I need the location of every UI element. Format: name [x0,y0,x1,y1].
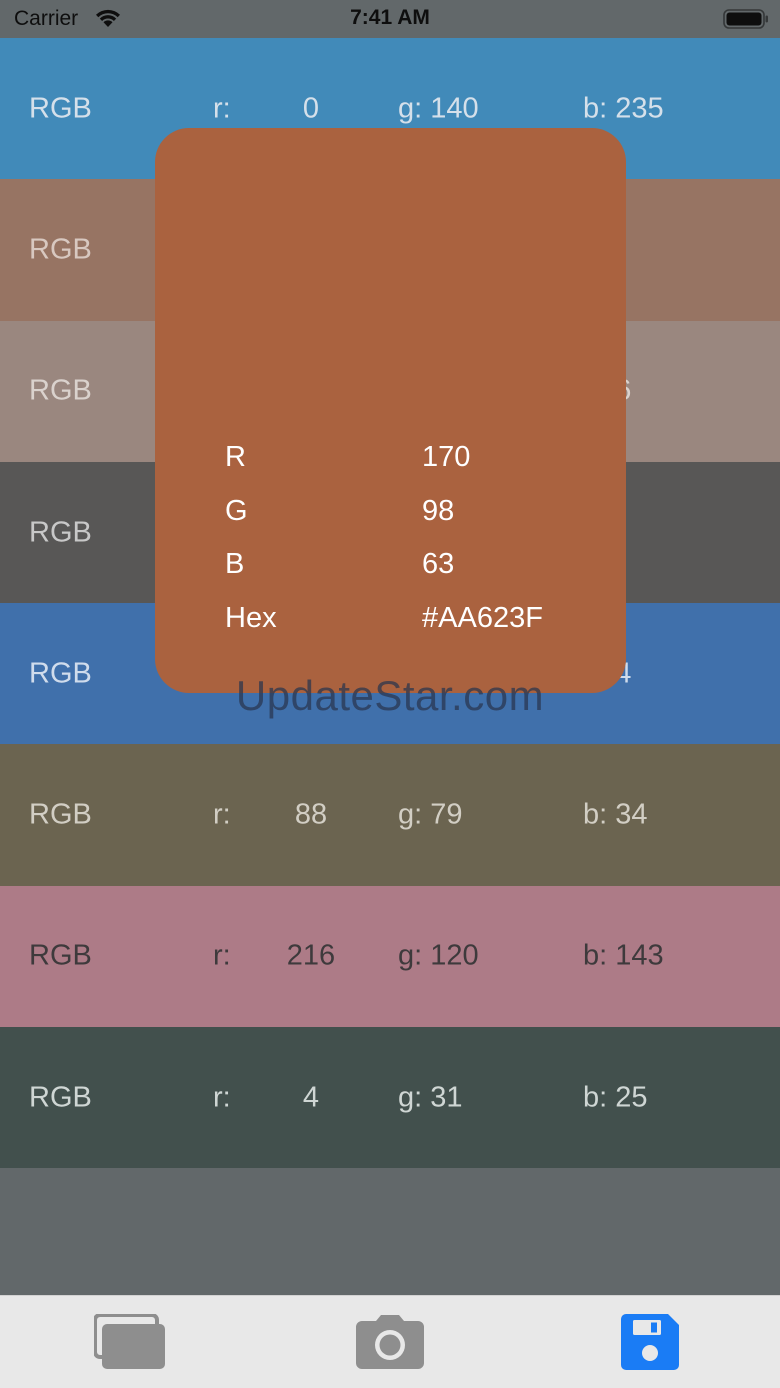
g-value: g: 31 [398,1081,463,1114]
clock: 7:41 AM [350,6,430,29]
detail-key: R [225,441,246,473]
detail-key: Hex [225,602,277,634]
color-row[interactable]: RGB r: 4 g: 31 b: 25 [0,1027,780,1169]
detail-row-g: G 98 [225,495,605,535]
list-empty-area [0,1168,780,1295]
b-value: b: 143 [583,939,664,972]
rgb-label: RGB [29,374,92,407]
rgb-label: RGB [29,939,92,972]
detail-value: 170 [422,441,471,473]
detail-row-hex: Hex #AA623F [225,602,605,642]
g-value: g: 120 [398,939,479,972]
save-icon [621,1314,679,1370]
rgb-label: RGB [29,798,92,831]
detail-key: G [225,495,248,527]
rgb-label: RGB [29,92,92,125]
watermark: UpdateStar.com [235,672,545,719]
detail-row-b: B 63 [225,548,605,588]
tab-bar [0,1295,780,1388]
color-row[interactable]: RGB r: 88 g: 79 b: 34 [0,744,780,886]
detail-key: B [225,548,245,580]
b-value: b: 235 [583,92,664,125]
r-label: r: [213,92,231,125]
detail-value: #AA623F [422,602,543,634]
detail-row-r: R 170 [225,441,605,481]
color-row[interactable]: RGB r: 216 g: 120 b: 143 [0,885,780,1028]
r-value: 0 [302,92,320,125]
g-value: g: 140 [398,92,479,125]
r-label: r: [213,1081,231,1114]
r-label: r: [213,798,231,831]
camera-icon [356,1315,424,1369]
b-value: b: 34 [583,798,648,831]
r-value: 4 [302,1081,320,1114]
tab-gallery[interactable] [90,1312,170,1372]
gallery-icon [94,1314,165,1369]
battery-icon [723,9,768,29]
detail-value: 63 [422,548,455,580]
tab-save[interactable] [610,1312,690,1372]
b-value: b: 25 [583,1081,648,1114]
rgb-label: RGB [29,1081,92,1114]
tab-camera[interactable] [350,1312,430,1372]
r-label: r: [213,939,231,972]
r-value: 216 [286,939,336,972]
g-value: g: 79 [398,798,463,831]
rgb-label: RGB [29,233,92,266]
r-value: 88 [294,798,328,831]
color-detail-card[interactable]: R 170 G 98 B 63 Hex #AA623F [155,128,626,693]
rgb-label: RGB [29,516,92,549]
status-bar: Carrier 7:41 AM [0,0,780,38]
detail-value: 98 [422,495,455,527]
